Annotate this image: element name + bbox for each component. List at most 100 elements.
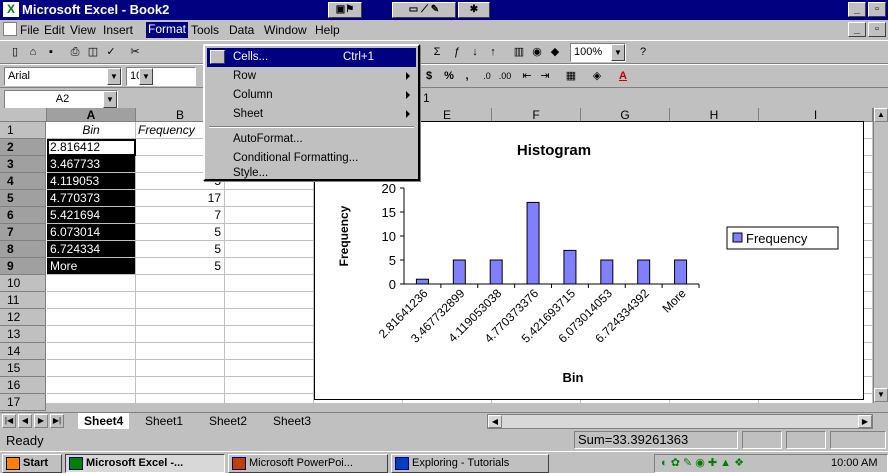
grid-cell[interactable] xyxy=(136,343,225,360)
save-icon[interactable]: ▪ xyxy=(42,44,60,61)
menu-item-sheet[interactable]: Sheet xyxy=(207,105,416,124)
comma-icon[interactable]: , xyxy=(458,68,476,85)
currency-icon[interactable]: $ xyxy=(420,68,438,85)
start-button[interactable]: Start xyxy=(2,454,62,473)
grid-cell[interactable] xyxy=(47,292,136,309)
increase-indent-icon[interactable]: ⇥ xyxy=(536,68,554,85)
last-sheet-icon[interactable]: ▶| xyxy=(50,414,64,428)
scroll-down-icon[interactable]: ▼ xyxy=(874,388,888,402)
column-header[interactable]: G xyxy=(581,108,670,122)
tray-icon-1[interactable]: ▣⚑ xyxy=(328,2,362,18)
grid-cell[interactable] xyxy=(225,343,314,360)
grid-cell[interactable] xyxy=(225,275,314,292)
autosum-icon[interactable]: Σ xyxy=(428,44,446,61)
grid-cell[interactable]: 5 xyxy=(136,224,225,241)
zoom-select[interactable]: 100% ▼ xyxy=(570,43,626,62)
menu-format[interactable]: Format xyxy=(146,22,189,38)
grid-cell[interactable] xyxy=(47,394,136,411)
font-color-icon[interactable]: A xyxy=(614,68,632,85)
row-header[interactable]: 12 xyxy=(0,309,46,326)
row-header[interactable]: 1 xyxy=(0,122,46,139)
row-header[interactable]: 2 xyxy=(0,139,46,156)
font-size-select[interactable]: 10 ▼ xyxy=(126,67,196,86)
menu-view[interactable]: View xyxy=(70,23,96,37)
grid-cell[interactable] xyxy=(225,207,314,224)
menu-edit[interactable]: Edit xyxy=(44,23,65,37)
horizontal-scrollbar[interactable]: ◀ ▶ xyxy=(487,414,873,429)
select-all-corner[interactable] xyxy=(0,108,47,122)
grid-cell[interactable] xyxy=(136,377,225,394)
menu-window[interactable]: Window xyxy=(264,23,307,37)
tab-sheet3[interactable]: Sheet3 xyxy=(273,413,311,429)
grid-cell[interactable] xyxy=(47,309,136,326)
row-header[interactable]: 3 xyxy=(0,156,46,173)
sort-descending-icon[interactable]: ↑ xyxy=(484,44,502,61)
task-powerpoint[interactable]: Microsoft PowerPoi... xyxy=(228,454,388,473)
print-icon[interactable]: ⎙ xyxy=(66,44,84,61)
grid-cell[interactable]: 2.816412 xyxy=(47,139,136,156)
grid-cell[interactable] xyxy=(136,326,225,343)
grid-cell[interactable]: 5 xyxy=(136,258,225,275)
grid-cell[interactable] xyxy=(225,292,314,309)
scroll-left-icon[interactable]: ◀ xyxy=(488,415,502,428)
vertical-scrollbar[interactable]: ▲ ▼ xyxy=(873,108,888,403)
column-header[interactable]: F xyxy=(492,108,581,122)
column-header[interactable]: A xyxy=(47,108,136,122)
menu-tools[interactable]: Tools xyxy=(191,23,219,37)
tray-icon-2[interactable]: ▭ ⟋ ✎ xyxy=(392,2,456,18)
chart-wizard-icon[interactable]: ▥ xyxy=(510,44,528,61)
sort-ascending-icon[interactable]: ↓ xyxy=(466,44,484,61)
tray-icons[interactable]: ◐ ✿ ✎ ◉ ✚ ▲ ❖ xyxy=(661,456,744,469)
restore-button[interactable]: ▫ xyxy=(868,2,886,17)
menu-item-style[interactable]: Style... xyxy=(207,167,416,179)
print-preview-icon[interactable]: ◫ xyxy=(84,44,102,61)
tab-sheet1[interactable]: Sheet1 xyxy=(145,413,183,429)
row-header[interactable]: 9 xyxy=(0,258,46,275)
decrease-decimal-icon[interactable]: .00 xyxy=(496,68,514,85)
prev-sheet-icon[interactable]: ◀ xyxy=(18,414,32,428)
name-box[interactable]: A2 ▼ xyxy=(4,90,118,109)
grid-cell[interactable] xyxy=(225,241,314,258)
grid-cell[interactable]: 5 xyxy=(136,241,225,258)
chevron-down-icon[interactable]: ▼ xyxy=(107,68,121,85)
formula-value[interactable]: 1 xyxy=(423,91,430,105)
menu-insert[interactable]: Insert xyxy=(103,23,133,37)
doc-restore-button[interactable]: ▫ xyxy=(868,22,886,37)
decrease-indent-icon[interactable]: ⇤ xyxy=(518,68,536,85)
row-header[interactable]: 6 xyxy=(0,207,46,224)
new-icon[interactable]: ▯ xyxy=(6,44,24,61)
row-header[interactable]: 11 xyxy=(0,292,46,309)
tray-icon-3[interactable]: ✱ xyxy=(458,2,490,18)
chevron-down-icon[interactable]: ▼ xyxy=(139,68,153,85)
menu-item-row[interactable]: Row xyxy=(207,67,416,86)
grid-cell[interactable] xyxy=(47,343,136,360)
open-icon[interactable]: ⌂ xyxy=(24,44,42,61)
grid-cell[interactable] xyxy=(225,224,314,241)
percent-icon[interactable]: % xyxy=(440,68,458,85)
grid-cell[interactable]: 4.770373 xyxy=(47,190,136,207)
next-sheet-icon[interactable]: ▶ xyxy=(34,414,48,428)
grid-cell[interactable]: 17 xyxy=(136,190,225,207)
row-header[interactable]: 7 xyxy=(0,224,46,241)
grid-cell[interactable] xyxy=(136,394,225,411)
spelling-icon[interactable]: ✓ xyxy=(102,44,120,61)
menu-item-autoformat[interactable]: AutoFormat... xyxy=(207,130,416,149)
grid-cell[interactable] xyxy=(136,292,225,309)
grid-cell[interactable] xyxy=(225,326,314,343)
grid-cell[interactable] xyxy=(47,275,136,292)
grid-cell[interactable]: 4.119053 xyxy=(47,173,136,190)
cut-icon[interactable]: ✂ xyxy=(126,44,144,61)
column-header[interactable]: H xyxy=(670,108,759,122)
row-header[interactable]: 8 xyxy=(0,241,46,258)
chevron-down-icon[interactable]: ▼ xyxy=(611,44,625,61)
tab-sheet4[interactable]: Sheet4 xyxy=(78,413,130,429)
grid-cell[interactable] xyxy=(47,360,136,377)
scroll-right-icon[interactable]: ▶ xyxy=(858,415,872,428)
grid-cell[interactable]: 6.724334 xyxy=(47,241,136,258)
grid-cell[interactable]: More xyxy=(47,258,136,275)
menu-item-conditional-formatting[interactable]: Conditional Formatting... xyxy=(207,149,416,168)
fill-color-icon[interactable]: ◈ xyxy=(588,68,606,85)
minimize-button[interactable]: _ xyxy=(848,2,866,17)
row-header[interactable]: 17 xyxy=(0,394,46,411)
menu-item-column[interactable]: Column xyxy=(207,86,416,105)
